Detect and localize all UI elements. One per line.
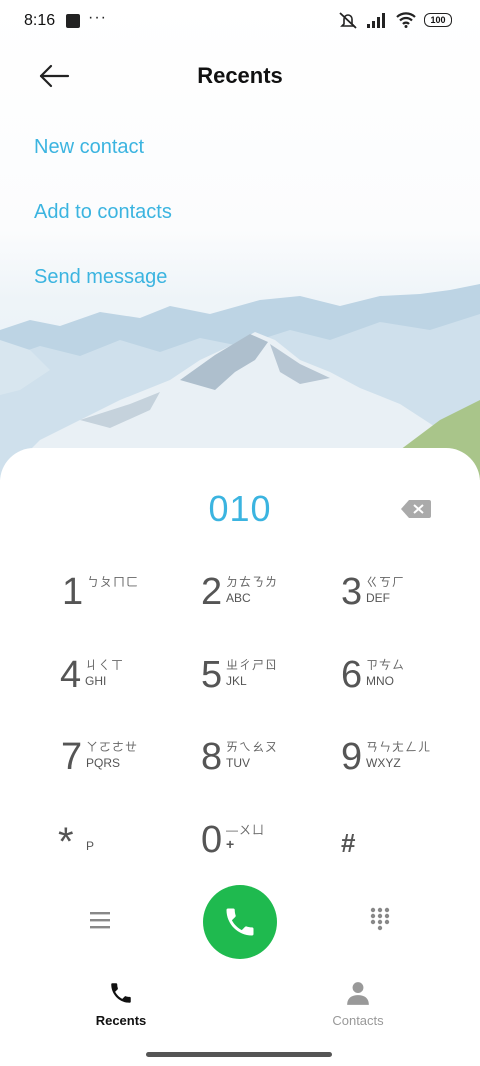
- key-digit: 8: [201, 736, 223, 778]
- tab-label: Contacts: [332, 1013, 384, 1028]
- key-letters: +: [226, 836, 235, 852]
- tab-label: Recents: [95, 1013, 147, 1028]
- dial-key-hash[interactable]: #: [341, 818, 480, 888]
- dial-key-star[interactable]: * P: [58, 818, 198, 888]
- key-zhuyin: ㄐㄑㄒ: [85, 658, 125, 672]
- signal-icon: [367, 13, 385, 28]
- add-to-contacts-option[interactable]: Add to contacts: [34, 201, 172, 224]
- header: Recents: [0, 52, 480, 102]
- dial-key-1[interactable]: 1 ㄅㄆㄇㄈ: [62, 570, 202, 640]
- key-letters: MNO: [366, 674, 394, 688]
- phone-icon: [226, 908, 254, 936]
- key-digit: 3: [341, 571, 363, 613]
- key-zhuyin: ㄢㄣㄤㄥㄦ: [366, 740, 432, 754]
- dial-key-6[interactable]: 6 ㄗㄘㄙ MNO: [341, 653, 480, 723]
- dial-key-2[interactable]: 2 ㄉㄊㄋㄌ ABC: [201, 570, 341, 640]
- key-zhuyin: ㄅㄆㄇㄈ: [87, 575, 140, 589]
- key-digit: #: [341, 828, 356, 858]
- key-letters: JKL: [226, 674, 247, 688]
- key-letters: PQRS: [86, 756, 121, 770]
- new-contact-option[interactable]: New contact: [34, 136, 144, 159]
- dial-key-4[interactable]: 4 ㄐㄑㄒ GHI: [60, 653, 200, 723]
- person-icon: [347, 982, 369, 1005]
- notification-icon: [66, 14, 80, 28]
- wifi-icon: [396, 12, 416, 28]
- key-digit: 0: [201, 819, 223, 861]
- dialpad-icon[interactable]: [368, 906, 392, 932]
- key-letters: TUV: [226, 756, 250, 770]
- key-digit: 6: [341, 654, 363, 696]
- more-notifications-icon: ···: [88, 9, 107, 26]
- phone-icon: [111, 983, 131, 1003]
- key-letters: P: [86, 839, 95, 853]
- backspace-icon[interactable]: [400, 498, 432, 520]
- dial-key-7[interactable]: 7 ㄚㄛㄜㄝ PQRS: [61, 735, 201, 805]
- key-digit: *: [58, 820, 74, 864]
- key-digit: 2: [201, 571, 223, 613]
- key-zhuyin: ㄓㄔㄕㄖ: [226, 658, 279, 672]
- status-time: 8:16: [24, 12, 56, 29]
- menu-icon[interactable]: [88, 908, 112, 932]
- tab-recents[interactable]: Recents: [61, 980, 181, 1030]
- send-message-option[interactable]: Send message: [34, 266, 167, 289]
- key-zhuyin: ㄍㄎㄏ: [366, 575, 406, 589]
- key-letters: WXYZ: [366, 756, 401, 770]
- dial-key-9[interactable]: 9 ㄢㄣㄤㄥㄦ WXYZ: [341, 735, 480, 805]
- key-zhuyin: ㄉㄊㄋㄌ: [226, 575, 279, 589]
- key-zhuyin: ㄗㄘㄙ: [366, 658, 406, 672]
- home-indicator[interactable]: [146, 1052, 332, 1057]
- key-digit: 4: [60, 654, 82, 696]
- status-bar: 8:16 ··· 100: [0, 0, 480, 44]
- key-digit: 9: [341, 736, 363, 778]
- call-button[interactable]: [203, 885, 277, 959]
- key-zhuyin: ㄚㄛㄜㄝ: [86, 740, 139, 754]
- key-digit: 7: [61, 736, 83, 778]
- key-digit: 1: [62, 571, 84, 613]
- key-letters: DEF: [366, 591, 390, 605]
- key-letters: ABC: [226, 591, 251, 605]
- battery-indicator: 100: [424, 13, 452, 27]
- key-zhuyin: ㄞㄟㄠㄡ: [226, 740, 279, 754]
- dial-key-8[interactable]: 8 ㄞㄟㄠㄡ TUV: [201, 735, 341, 805]
- key-digit: 5: [201, 654, 223, 696]
- dial-key-5[interactable]: 5 ㄓㄔㄕㄖ JKL: [201, 653, 341, 723]
- tab-contacts[interactable]: Contacts: [298, 980, 418, 1030]
- mute-icon: [339, 12, 357, 29]
- dial-key-3[interactable]: 3 ㄍㄎㄏ DEF: [341, 570, 480, 640]
- key-letters: GHI: [85, 674, 107, 688]
- page-title: Recents: [197, 63, 283, 88]
- dial-key-0[interactable]: 0 —ㄨㄩ +: [201, 818, 341, 888]
